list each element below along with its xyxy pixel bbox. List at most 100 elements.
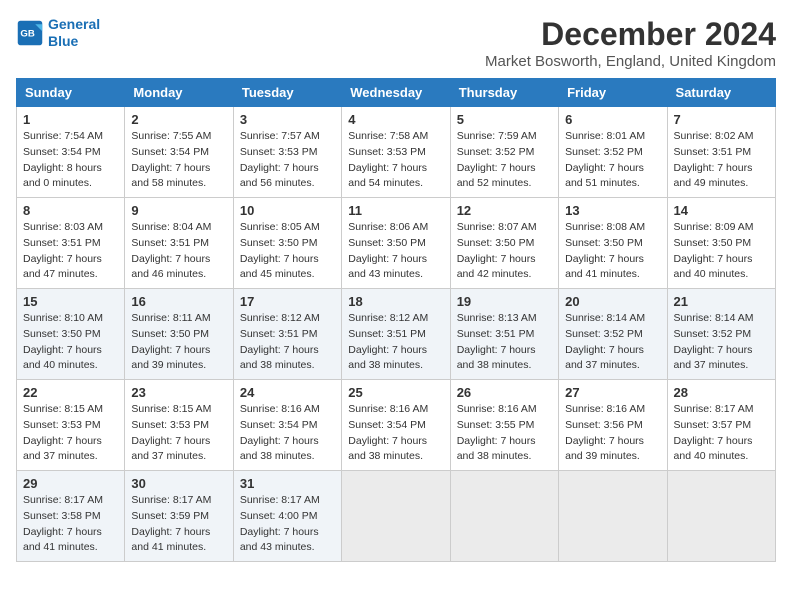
calendar-cell: 30Sunrise: 8:17 AMSunset: 3:59 PMDayligh… bbox=[125, 471, 233, 562]
month-title: December 2024 bbox=[485, 16, 776, 53]
title-block: December 2024 Market Bosworth, England, … bbox=[485, 16, 776, 70]
calendar-cell: 5 Sunrise: 7:59 AMSunset: 3:52 PMDaylight… bbox=[450, 107, 558, 198]
day-info: Sunrise: 8:03 AMSunset: 3:51 PMDaylight:… bbox=[23, 220, 118, 283]
weekday-header-thursday: Thursday bbox=[450, 79, 558, 107]
logo-text-line1: General bbox=[48, 16, 100, 33]
calendar-cell: 8 Sunrise: 8:03 AMSunset: 3:51 PMDaylight… bbox=[17, 198, 125, 289]
day-number: 10 bbox=[240, 203, 335, 218]
day-info: Sunrise: 8:15 AMSunset: 3:53 PMDaylight:… bbox=[23, 402, 118, 465]
calendar-week-row: 15 Sunrise: 8:10 AMSunset: 3:50 PMDayligh… bbox=[17, 289, 776, 380]
day-info: Sunrise: 8:17 AMSunset: 3:58 PMDaylight:… bbox=[23, 493, 118, 556]
day-info: Sunrise: 8:16 AMSunset: 3:56 PMDaylight:… bbox=[565, 402, 660, 465]
day-number: 28 bbox=[674, 385, 769, 400]
day-info: Sunrise: 7:58 AMSunset: 3:53 PMDaylight:… bbox=[348, 129, 443, 192]
calendar-cell: 29 Sunrise: 8:17 AMSunset: 3:58 PMDayligh… bbox=[17, 471, 125, 562]
calendar-cell: 22 Sunrise: 8:15 AMSunset: 3:53 PMDayligh… bbox=[17, 380, 125, 471]
calendar-week-row: 29 Sunrise: 8:17 AMSunset: 3:58 PMDayligh… bbox=[17, 471, 776, 562]
calendar-cell: 2 Sunrise: 7:55 AMSunset: 3:54 PMDaylight… bbox=[125, 107, 233, 198]
day-info: Sunrise: 8:17 AMSunset: 3:57 PMDaylight:… bbox=[674, 402, 769, 465]
calendar-week-row: 22 Sunrise: 8:15 AMSunset: 3:53 PMDayligh… bbox=[17, 380, 776, 471]
calendar-header-row: SundayMondayTuesdayWednesdayThursdayFrid… bbox=[17, 79, 776, 107]
day-info: Sunrise: 8:16 AMSunset: 3:54 PMDaylight:… bbox=[348, 402, 443, 465]
calendar-table: SundayMondayTuesdayWednesdayThursdayFrid… bbox=[16, 78, 776, 562]
day-number: 2 bbox=[131, 112, 226, 127]
day-info: Sunrise: 8:06 AMSunset: 3:50 PMDaylight:… bbox=[348, 220, 443, 283]
day-info: Sunrise: 8:15 AMSunset: 3:53 PMDaylight:… bbox=[131, 402, 226, 465]
day-number: 7 bbox=[674, 112, 769, 127]
calendar-cell: 3 Sunrise: 7:57 AMSunset: 3:53 PMDaylight… bbox=[233, 107, 341, 198]
calendar-cell bbox=[450, 471, 558, 562]
day-number: 8 bbox=[23, 203, 118, 218]
calendar-cell bbox=[342, 471, 450, 562]
svg-text:GB: GB bbox=[20, 28, 34, 39]
day-info: Sunrise: 7:59 AMSunset: 3:52 PMDaylight:… bbox=[457, 129, 552, 192]
day-number: 1 bbox=[23, 112, 118, 127]
calendar-cell: 4 Sunrise: 7:58 AMSunset: 3:53 PMDaylight… bbox=[342, 107, 450, 198]
calendar-cell: 31Sunrise: 8:17 AMSunset: 4:00 PMDayligh… bbox=[233, 471, 341, 562]
day-info: Sunrise: 8:14 AMSunset: 3:52 PMDaylight:… bbox=[565, 311, 660, 374]
calendar-cell: 28 Sunrise: 8:17 AMSunset: 3:57 PMDayligh… bbox=[667, 380, 775, 471]
day-number: 15 bbox=[23, 294, 118, 309]
calendar-cell: 27 Sunrise: 8:16 AMSunset: 3:56 PMDayligh… bbox=[559, 380, 667, 471]
day-info: Sunrise: 8:16 AMSunset: 3:54 PMDaylight:… bbox=[240, 402, 335, 465]
day-number: 24 bbox=[240, 385, 335, 400]
day-number: 4 bbox=[348, 112, 443, 127]
weekday-header-wednesday: Wednesday bbox=[342, 79, 450, 107]
day-info: Sunrise: 8:08 AMSunset: 3:50 PMDaylight:… bbox=[565, 220, 660, 283]
calendar-cell: 25 Sunrise: 8:16 AMSunset: 3:54 PMDayligh… bbox=[342, 380, 450, 471]
calendar-cell: 13 Sunrise: 8:08 AMSunset: 3:50 PMDayligh… bbox=[559, 198, 667, 289]
day-number: 27 bbox=[565, 385, 660, 400]
day-number: 12 bbox=[457, 203, 552, 218]
calendar-week-row: 1Sunrise: 7:54 AMSunset: 3:54 PMDaylight… bbox=[17, 107, 776, 198]
day-info: Sunrise: 8:17 AMSunset: 3:59 PMDaylight:… bbox=[131, 493, 226, 556]
calendar-cell: 21Sunrise: 8:14 AMSunset: 3:52 PMDayligh… bbox=[667, 289, 775, 380]
day-info: Sunrise: 8:09 AMSunset: 3:50 PMDaylight:… bbox=[674, 220, 769, 283]
logo-icon: GB bbox=[16, 19, 44, 47]
day-number: 31 bbox=[240, 476, 335, 491]
weekday-header-friday: Friday bbox=[559, 79, 667, 107]
logo: GB General Blue bbox=[16, 16, 100, 50]
calendar-cell: 9 Sunrise: 8:04 AMSunset: 3:51 PMDaylight… bbox=[125, 198, 233, 289]
calendar-cell: 7Sunrise: 8:02 AMSunset: 3:51 PMDaylight… bbox=[667, 107, 775, 198]
day-number: 13 bbox=[565, 203, 660, 218]
calendar-cell: 12 Sunrise: 8:07 AMSunset: 3:50 PMDayligh… bbox=[450, 198, 558, 289]
day-info: Sunrise: 8:01 AMSunset: 3:52 PMDaylight:… bbox=[565, 129, 660, 192]
weekday-header-sunday: Sunday bbox=[17, 79, 125, 107]
day-info: Sunrise: 8:07 AMSunset: 3:50 PMDaylight:… bbox=[457, 220, 552, 283]
calendar-cell: 24 Sunrise: 8:16 AMSunset: 3:54 PMDayligh… bbox=[233, 380, 341, 471]
day-number: 23 bbox=[131, 385, 226, 400]
day-info: Sunrise: 8:14 AMSunset: 3:52 PMDaylight:… bbox=[674, 311, 769, 374]
day-number: 25 bbox=[348, 385, 443, 400]
day-info: Sunrise: 8:11 AMSunset: 3:50 PMDaylight:… bbox=[131, 311, 226, 374]
day-number: 14 bbox=[674, 203, 769, 218]
calendar-cell: 10Sunrise: 8:05 AMSunset: 3:50 PMDayligh… bbox=[233, 198, 341, 289]
day-info: Sunrise: 8:10 AMSunset: 3:50 PMDaylight:… bbox=[23, 311, 118, 374]
weekday-header-tuesday: Tuesday bbox=[233, 79, 341, 107]
calendar-cell bbox=[667, 471, 775, 562]
day-number: 22 bbox=[23, 385, 118, 400]
calendar-cell: 26Sunrise: 8:16 AMSunset: 3:55 PMDayligh… bbox=[450, 380, 558, 471]
day-number: 3 bbox=[240, 112, 335, 127]
page-header: GB General Blue December 2024 Market Bos… bbox=[16, 16, 776, 70]
day-info: Sunrise: 8:13 AMSunset: 3:51 PMDaylight:… bbox=[457, 311, 552, 374]
calendar-cell: 14 Sunrise: 8:09 AMSunset: 3:50 PMDayligh… bbox=[667, 198, 775, 289]
weekday-header-monday: Monday bbox=[125, 79, 233, 107]
day-number: 18 bbox=[348, 294, 443, 309]
logo-text-line2: Blue bbox=[48, 33, 100, 50]
day-number: 16 bbox=[131, 294, 226, 309]
day-info: Sunrise: 7:57 AMSunset: 3:53 PMDaylight:… bbox=[240, 129, 335, 192]
day-info: Sunrise: 7:55 AMSunset: 3:54 PMDaylight:… bbox=[131, 129, 226, 192]
day-number: 5 bbox=[457, 112, 552, 127]
day-number: 11 bbox=[348, 203, 443, 218]
day-number: 29 bbox=[23, 476, 118, 491]
day-number: 26 bbox=[457, 385, 552, 400]
day-info: Sunrise: 8:04 AMSunset: 3:51 PMDaylight:… bbox=[131, 220, 226, 283]
calendar-cell: 17Sunrise: 8:12 AMSunset: 3:51 PMDayligh… bbox=[233, 289, 341, 380]
calendar-cell: 16 Sunrise: 8:11 AMSunset: 3:50 PMDayligh… bbox=[125, 289, 233, 380]
calendar-cell: 18Sunrise: 8:12 AMSunset: 3:51 PMDayligh… bbox=[342, 289, 450, 380]
day-number: 19 bbox=[457, 294, 552, 309]
calendar-cell: 23 Sunrise: 8:15 AMSunset: 3:53 PMDayligh… bbox=[125, 380, 233, 471]
day-number: 9 bbox=[131, 203, 226, 218]
calendar-cell: 19 Sunrise: 8:13 AMSunset: 3:51 PMDayligh… bbox=[450, 289, 558, 380]
calendar-cell: 11 Sunrise: 8:06 AMSunset: 3:50 PMDayligh… bbox=[342, 198, 450, 289]
